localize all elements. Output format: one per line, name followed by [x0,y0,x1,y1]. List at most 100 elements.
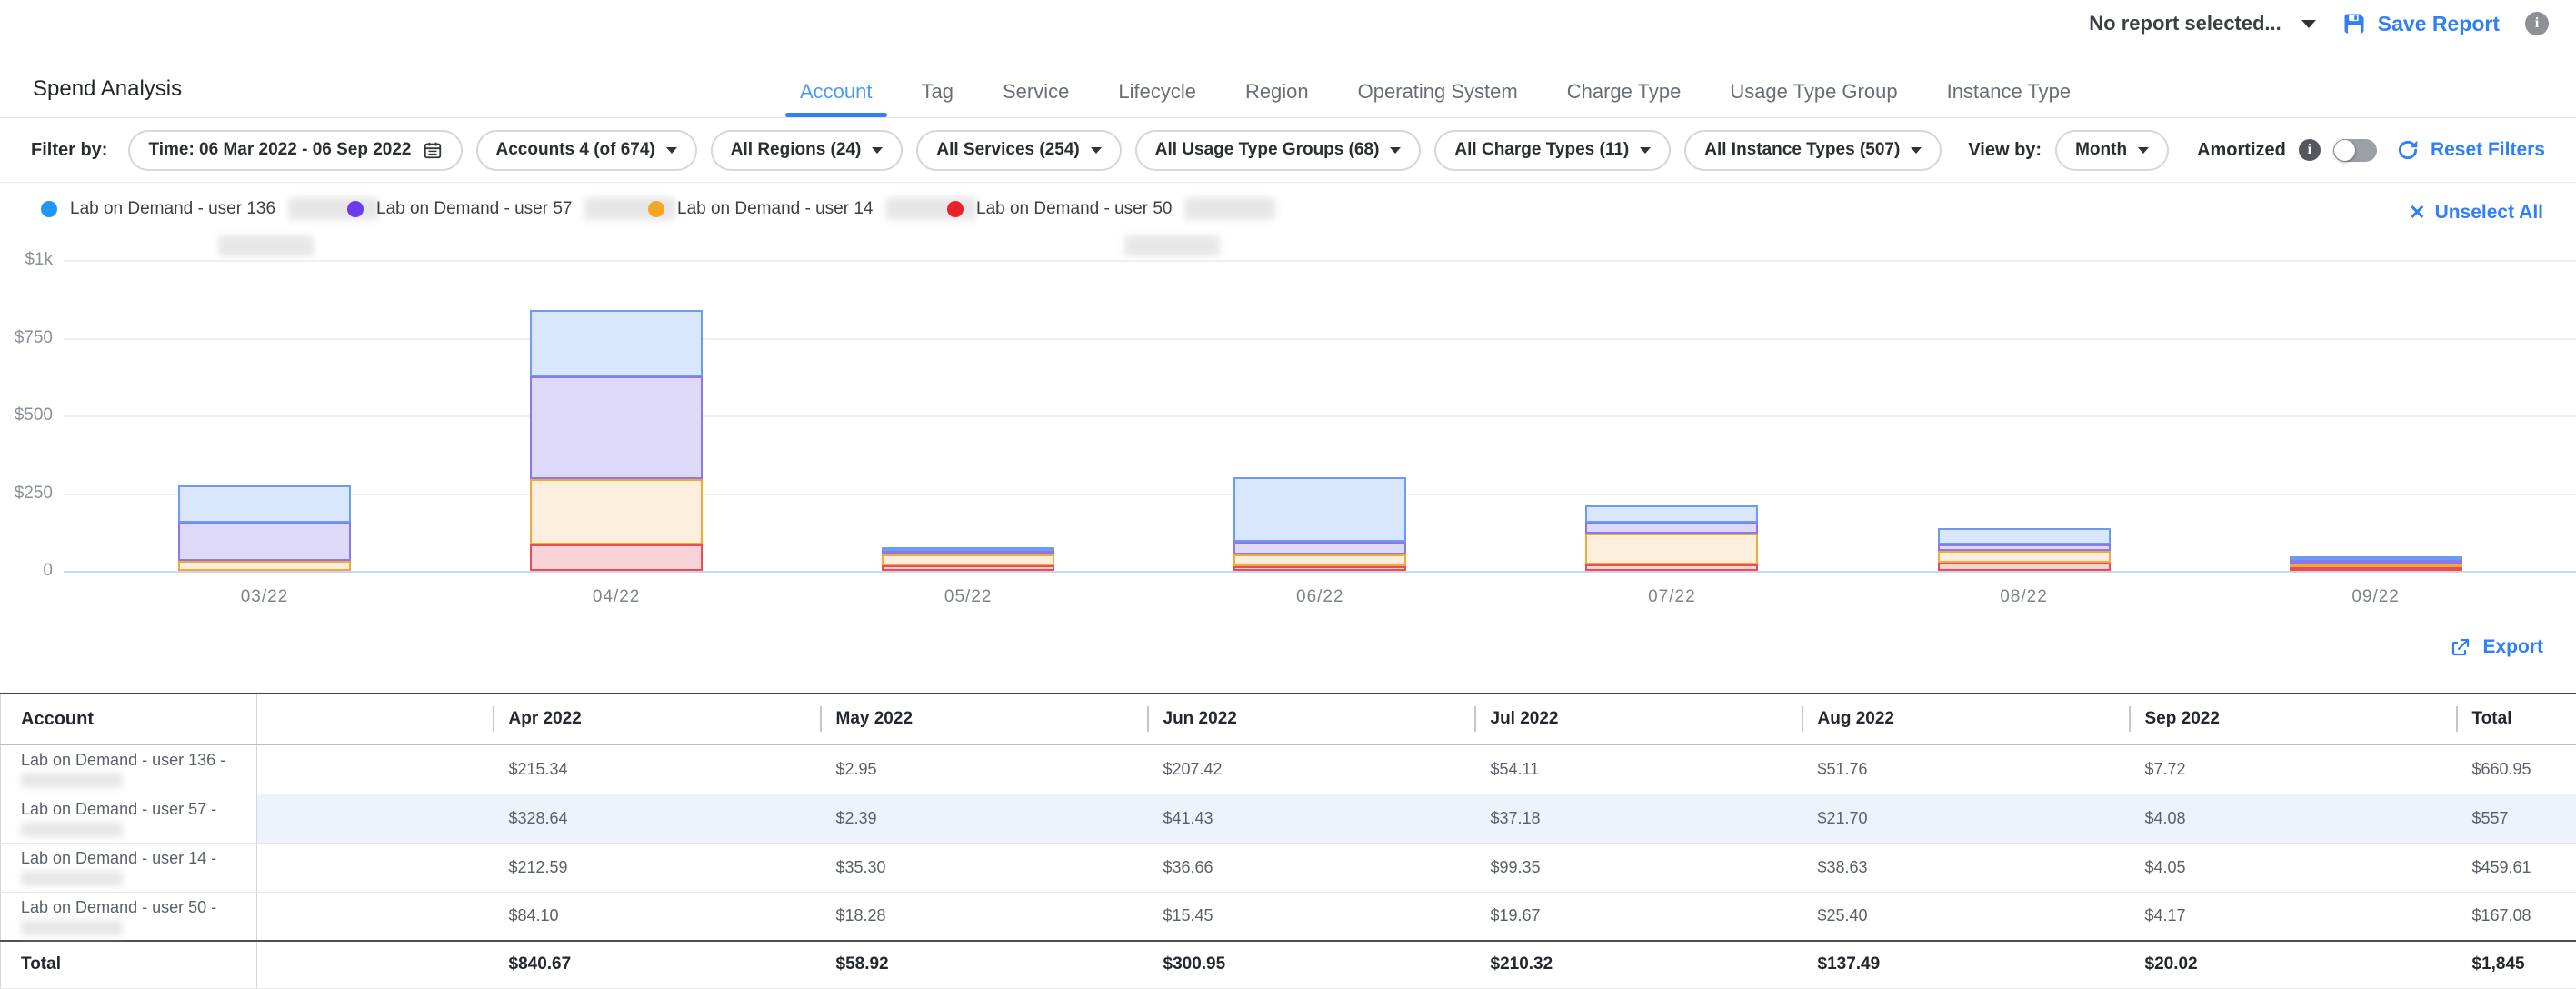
unselect-all-button[interactable]: ✕ Unselect All [2409,201,2543,225]
report-selector-dropdown[interactable]: No report selected... [2089,12,2316,35]
value-cell: $25.40 [1802,892,2129,941]
export-icon [2450,636,2471,658]
value-cell: $38.63 [1802,843,2129,892]
filter-pill-all-usage-type-groups-68-[interactable]: All Usage Type Groups (68) [1135,130,1422,171]
redacted-text [21,920,123,935]
tab-tag[interactable]: Tag [922,80,954,104]
total-value-cell: $137.49 [1802,941,2129,988]
value-cell: $4.08 [2129,794,2456,843]
bar-segment [2290,567,2462,571]
filter-pill-value: All Regions (24) [731,140,862,160]
bar-segment [1233,566,1406,571]
filter-pill-accounts-4-of-674-[interactable]: Accounts 4 (of 674) [476,130,697,171]
gridline [64,260,2576,262]
filter-pill-all-instance-types-507-[interactable]: All Instance Types (507) [1684,130,1942,171]
gridline [64,338,2576,340]
bar-segment [530,479,703,545]
legend-label: Lab on Demand - user 57 [376,199,572,219]
legend-item-2[interactable]: Lab on Demand - user 57 [347,197,675,220]
redacted-text [1184,197,1275,220]
legend-item-1[interactable]: Lab on Demand - user 136 [41,197,379,220]
tab-operating-system[interactable]: Operating System [1358,80,1518,104]
bar-09-22[interactable] [2290,556,2462,571]
bar-segment [1938,528,2111,544]
time-filter-pill[interactable]: Time: 06 Mar 2022 - 06 Sep 2022 [128,130,462,171]
row-total-cell: $167.08 [2456,892,2576,941]
table-row: Lab on Demand - user 57 -$328.64$2.39$41… [1,794,2576,843]
account-cell: Lab on Demand - user 57 - [1,794,257,843]
reset-filters-button[interactable]: Reset Filters [2396,138,2545,162]
tab-lifecycle[interactable]: Lifecycle [1118,80,1196,104]
total-value-cell: $840.67 [493,941,820,988]
value-cell: $328.64 [493,794,820,843]
bar-segment [882,554,1054,565]
save-report-button[interactable]: Save Report [2341,11,2500,36]
y-axis-tick-label: $1k [0,250,53,270]
tab-charge-type[interactable]: Charge Type [1567,80,1682,104]
blank-cell [257,794,493,843]
table-row: Lab on Demand - user 136 -$215.34$2.95$2… [1,744,2576,794]
legend-dot-icon [41,201,57,217]
info-circle-icon[interactable]: i [2525,12,2549,35]
value-cell: $36.66 [1147,843,1474,892]
filter-pill-all-charge-types-11-[interactable]: All Charge Types (11) [1434,130,1671,171]
legend-item-3[interactable]: Lab on Demand - user 14 [648,197,976,220]
legend-item-4[interactable]: Lab on Demand - user 50 [947,197,1275,220]
bar-04-22[interactable] [530,310,703,571]
x-axis-tick-label: 09/22 [2312,587,2440,607]
value-cell: $15.45 [1147,892,1474,941]
tab-service[interactable]: Service [1003,80,1069,104]
tab-account[interactable]: Account [800,80,873,104]
month-column-header: Sep 2022 [2129,694,2456,744]
value-cell: $4.17 [2129,892,2456,941]
report-selector-value: No report selected... [2089,12,2281,35]
bar-05-22[interactable] [882,547,1054,571]
tab-instance-type[interactable]: Instance Type [1947,80,2072,104]
x-icon: ✕ [2409,201,2425,225]
info-circle-icon[interactable]: i [2299,139,2321,161]
view-by-dropdown[interactable]: Month [2055,130,2169,171]
export-label: Export [2482,636,2543,658]
filter-pill-value: All Instance Types (507) [1704,140,1900,160]
bar-segment [1585,564,1758,571]
x-axis-tick-label: 04/22 [553,587,680,607]
filter-by-label: Filter by: [31,140,107,161]
spend-table: Account Apr 2022 May 2022 Jun 2022 Jul 2… [0,693,2576,989]
row-total-cell: $557 [2456,794,2576,843]
x-axis-tick-label: 03/22 [201,587,328,607]
filter-pill-value: All Charge Types (11) [1454,140,1629,160]
bar-segment [530,544,703,571]
reset-filters-label: Reset Filters [2431,139,2545,161]
bar-08-22[interactable] [1938,528,2111,571]
value-cell: $215.34 [493,744,820,794]
filter-pill-all-regions-24-[interactable]: All Regions (24) [711,130,904,171]
caret-down-icon [666,147,677,154]
amortized-toggle[interactable] [2333,139,2377,162]
grand-total-cell: $1,845 [2456,941,2576,988]
blank-cell [257,941,493,988]
bar-03-22[interactable] [178,485,351,571]
filter-pill-all-services-254-[interactable]: All Services (254) [916,130,1121,171]
table-header-row: Account Apr 2022 May 2022 Jun 2022 Jul 2… [1,694,2576,744]
caret-down-icon [2138,147,2149,154]
total-column-header: Total [2456,694,2576,744]
x-axis-tick-label: 08/22 [1961,587,2088,607]
month-column-header: Apr 2022 [493,694,820,744]
caret-down-icon [1640,147,1651,154]
bar-06-22[interactable] [1233,477,1406,571]
account-cell: Lab on Demand - user 50 - [1,892,257,941]
bar-segment [530,376,703,478]
value-cell: $2.95 [820,744,1147,794]
legend-dot-icon [347,201,364,217]
value-cell: $19.67 [1474,892,1802,941]
tab-usage-type-group[interactable]: Usage Type Group [1730,80,1897,104]
bar-segment [1938,551,2111,563]
bar-07-22[interactable] [1585,505,1758,571]
value-cell: $18.28 [820,892,1147,941]
tab-region[interactable]: Region [1245,80,1309,104]
bar-segment [178,523,351,561]
export-button[interactable]: Export [2450,636,2543,658]
filter-bar: Filter by: Time: 06 Mar 2022 - 06 Sep 20… [0,118,2576,183]
x-axis-tick-label: 07/22 [1608,587,1735,607]
blank-column-header [257,694,493,744]
